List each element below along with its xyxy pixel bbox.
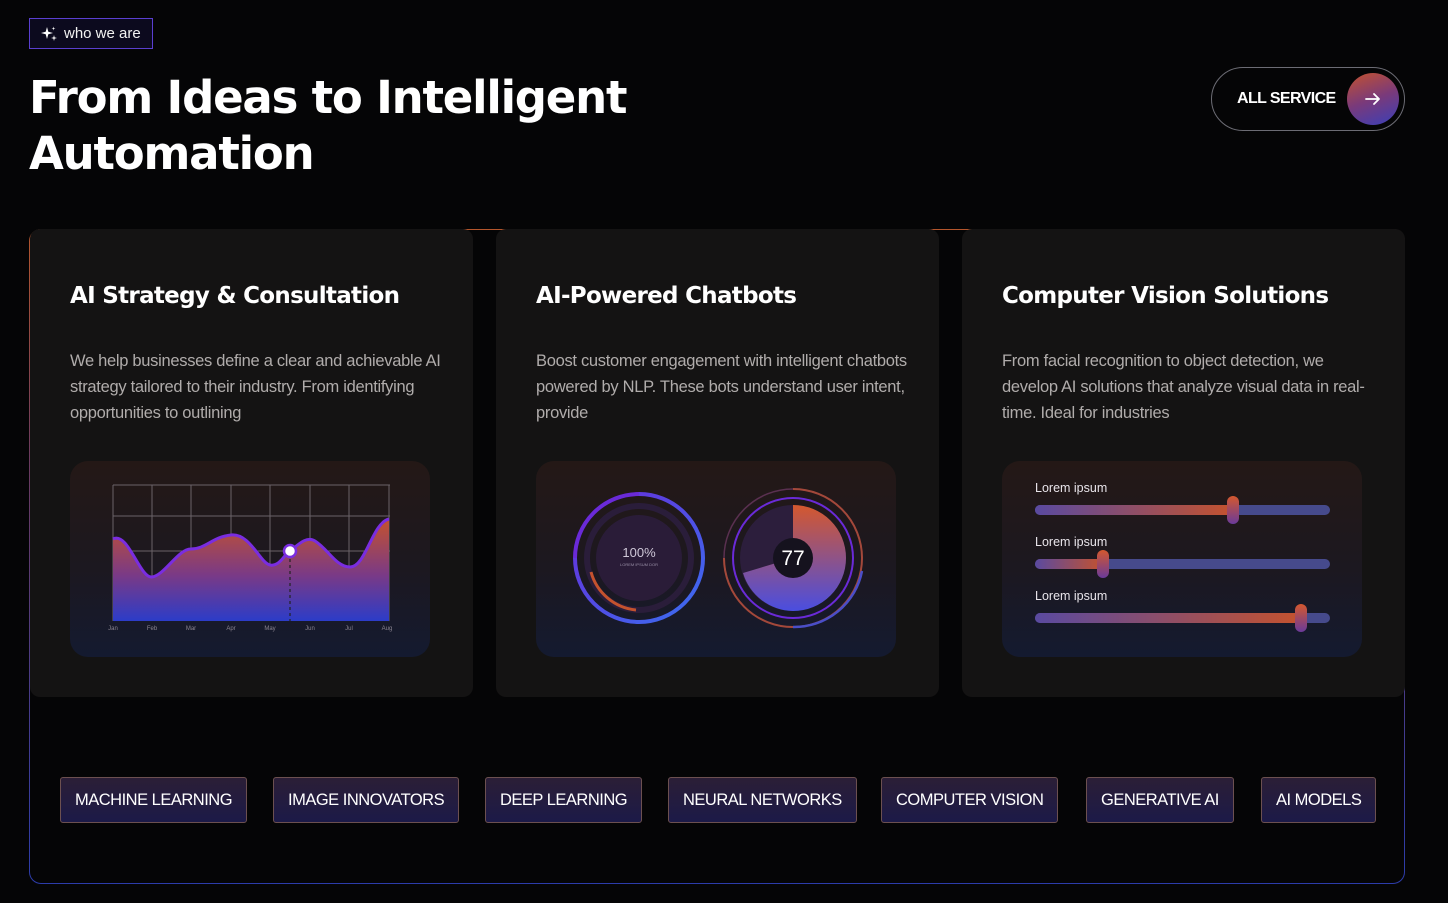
slider-handle[interactable] [1226, 496, 1239, 524]
slider-fill [1035, 505, 1233, 515]
chart-month-label: Aug [381, 626, 393, 632]
chart-month-label: Jan [108, 626, 118, 632]
slider-track[interactable] [1035, 604, 1330, 632]
slider-track[interactable] [1035, 496, 1330, 524]
service-card-ai-strategy[interactable]: AI Strategy & Consultation We help busin… [30, 229, 473, 697]
tag-image-innovators[interactable]: IMAGE INNOVATORS [273, 777, 460, 823]
slider-label: Lorem ipsum [1035, 535, 1108, 549]
tag-computer-vision[interactable]: COMPUTER VISION [881, 777, 1059, 823]
card-title: AI Strategy & Consultation [70, 283, 400, 309]
service-card-computer-vision[interactable]: Computer Vision Solutions From facial re… [962, 229, 1405, 697]
sliders-illustration: Lorem ipsum Lorem ipsum Lorem ipsum [1002, 461, 1362, 657]
arrow-right-icon [1347, 73, 1399, 125]
sparkle-icon [41, 26, 57, 41]
tag-generative-ai[interactable]: GENERATIVE AI [1086, 777, 1234, 823]
card-title: AI-Powered Chatbots [536, 283, 797, 309]
slider-handle[interactable] [1294, 604, 1307, 632]
gauge-value: 77 [781, 547, 805, 570]
tag-neural-networks[interactable]: NEURAL NETWORKS [668, 777, 857, 823]
all-service-button[interactable]: ALL SERVICE [1211, 67, 1405, 131]
slider-track[interactable] [1035, 550, 1330, 578]
service-card-chatbots[interactable]: AI-Powered Chatbots Boost customer engag… [496, 229, 939, 697]
tag-ai-models[interactable]: AI MODELS [1261, 777, 1377, 823]
card-title: Computer Vision Solutions [1002, 283, 1329, 309]
chart-month-label: Feb [146, 626, 158, 632]
page-title: From Ideas to Intelligent Automation [29, 71, 627, 180]
card-description: Boost customer engagement with intellige… [536, 352, 907, 422]
tag-deep-learning[interactable]: DEEP LEARNING [485, 777, 643, 823]
slider-label: Lorem ipsum [1035, 589, 1108, 603]
gauge-percent: 100% [622, 545, 656, 560]
chart-month-label: Jun [305, 626, 315, 632]
chart-month-label: May [264, 626, 276, 632]
section-badge: who we are [29, 18, 153, 49]
slider-fill [1035, 613, 1301, 623]
gauges-illustration: 100% LOREM IPSUM DOR 77 [536, 461, 896, 657]
all-service-label: ALL SERVICE [1237, 90, 1336, 107]
badge-label: who we are [64, 25, 141, 42]
card-description: From facial recognition to object detect… [1002, 352, 1365, 422]
area-chart-illustration: Jan Feb Mar Apr May Jun Jul Aug [70, 461, 430, 657]
gauge-caption: LOREM IPSUM DOR [619, 562, 658, 567]
slider-fill [1035, 559, 1103, 569]
slider-label: Lorem ipsum [1035, 481, 1108, 495]
card-description: We help businesses define a clear and ac… [70, 352, 441, 422]
chart-month-label: Jul [345, 626, 353, 632]
chart-month-label: Mar [185, 626, 197, 632]
slider-handle[interactable] [1096, 550, 1109, 578]
tag-machine-learning[interactable]: MACHINE LEARNING [60, 777, 248, 823]
chart-month-label: Apr [226, 626, 236, 632]
